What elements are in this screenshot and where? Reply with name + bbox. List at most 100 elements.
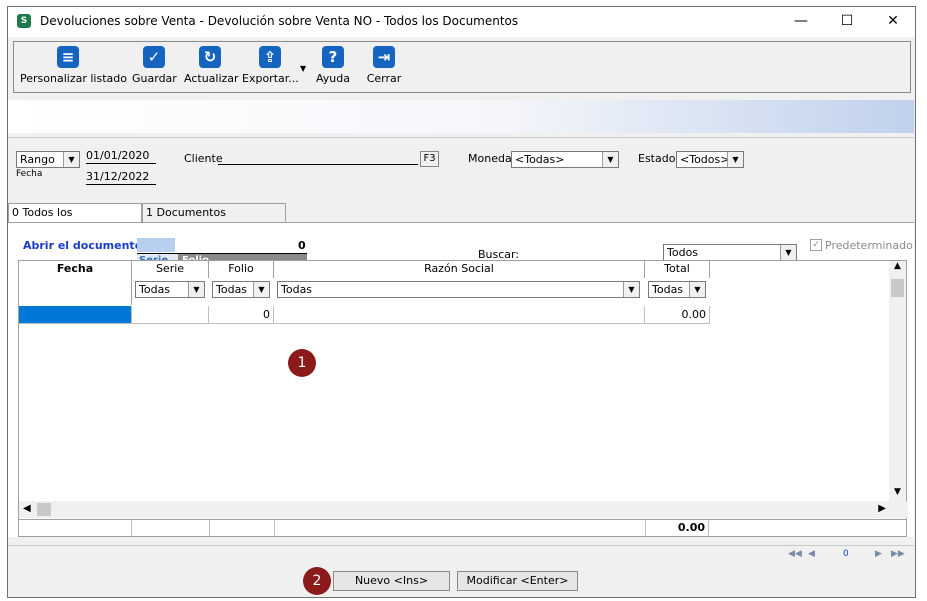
chevron-down-icon: ▼: [689, 282, 705, 297]
header-band: [8, 100, 914, 133]
chevron-down-icon: ▼: [602, 152, 618, 167]
ayuda-button[interactable]: ? Ayuda: [314, 46, 352, 85]
personalizar-listado-button[interactable]: ≡ Personalizar listado: [20, 46, 127, 85]
guardar-button[interactable]: ✓ Guardar: [132, 46, 177, 85]
cerrar-button[interactable]: ⇥ Cerrar: [366, 46, 402, 85]
exit-icon: ⇥: [373, 46, 395, 68]
step-marker-2: 2: [303, 567, 331, 595]
predeterminado-label: Predeterminado: [825, 239, 913, 252]
razon-filter-value: Todas: [281, 283, 313, 296]
cliente-label: Cliente: [184, 152, 223, 165]
scroll-thumb-h[interactable]: [37, 503, 51, 516]
table-row-folio-cell[interactable]: 0: [209, 306, 274, 324]
nuevo-button[interactable]: Nuevo <Ins>: [333, 571, 450, 591]
col-fecha-header[interactable]: Fecha: [19, 261, 132, 305]
table-row-fecha-cell[interactable]: [19, 306, 132, 324]
totals-divider: [209, 520, 210, 536]
personalizar-label: Personalizar listado: [20, 72, 127, 85]
totals-divider: [274, 520, 275, 536]
ayuda-label: Ayuda: [316, 72, 350, 85]
chevron-down-icon: ▼: [780, 245, 796, 260]
rango-select[interactable]: Rango ▼: [16, 151, 80, 168]
exportar-button[interactable]: ⇪ Exportar...: [242, 46, 299, 85]
chevron-down-icon: ▼: [188, 282, 204, 297]
help-icon: ?: [322, 46, 344, 68]
rango-value: Rango: [20, 153, 55, 166]
last-page-icon[interactable]: ▶▶: [891, 549, 905, 559]
actualizar-label: Actualizar: [184, 72, 239, 85]
chevron-down-icon: ▼: [623, 282, 639, 297]
moneda-select[interactable]: <Todas> ▼: [511, 151, 619, 168]
date-to-field[interactable]: 31/12/2022: [86, 170, 156, 185]
cliente-field[interactable]: [218, 150, 418, 165]
refresh-icon: ↻: [199, 46, 221, 68]
page-number: 0: [843, 549, 849, 559]
moneda-label: Moneda: [468, 152, 512, 165]
maximize-button[interactable]: ☐: [824, 7, 870, 37]
cerrar-label: Cerrar: [366, 72, 402, 85]
col-serie-header[interactable]: Serie: [132, 261, 209, 278]
chevron-down-icon: ▼: [63, 152, 79, 167]
col-razon-header[interactable]: Razón Social: [274, 261, 645, 278]
razon-filter-select[interactable]: Todas ▼: [277, 281, 640, 298]
vertical-scrollbar[interactable]: ▲ ▼: [889, 261, 906, 501]
close-button[interactable]: ✕: [870, 7, 915, 37]
scroll-up-icon[interactable]: ▲: [889, 261, 906, 271]
chevron-down-icon: ▼: [253, 282, 269, 297]
scroll-thumb[interactable]: [891, 279, 904, 297]
bottom-divider: [8, 545, 914, 546]
table-row-serie-cell[interactable]: [132, 306, 209, 324]
date-from-field[interactable]: 01/01/2020: [86, 149, 156, 164]
toolbar: ≡ Personalizar listado ✓ Guardar ↻ Actua…: [13, 41, 911, 93]
fecha-label: Fecha: [16, 169, 43, 179]
actualizar-button[interactable]: ↻ Actualizar: [184, 46, 239, 85]
buscar-scope-value: Todos: [667, 246, 699, 259]
minimize-button[interactable]: —: [778, 7, 824, 37]
moneda-value: <Todas>: [515, 153, 565, 166]
tab-cancelados[interactable]: 1 Documentos Cancelados: [142, 203, 286, 237]
prev-page-icon[interactable]: ◀: [808, 549, 815, 559]
serie-filter-select[interactable]: Todas ▼: [135, 281, 205, 298]
list-icon: ≡: [57, 46, 79, 68]
col-total-header[interactable]: Total: [645, 261, 710, 278]
abrir-documento-label: Abrir el documento:: [23, 239, 147, 252]
buscar-scope-select[interactable]: Todos ▼: [663, 244, 797, 261]
table-row-razon-cell[interactable]: [274, 306, 645, 324]
tab-strip: 0 Todos los Documentos 1 Documentos Canc…: [8, 203, 914, 237]
predeterminado-checkbox[interactable]: ✓: [810, 239, 822, 251]
col-folio-header[interactable]: Folio: [209, 261, 274, 278]
scroll-left-icon[interactable]: ◀: [23, 503, 31, 514]
abrir-documento-input[interactable]: [137, 238, 175, 252]
estado-label: Estado: [638, 152, 676, 165]
totals-row: 0.00: [18, 519, 907, 537]
exportar-label: Exportar...: [242, 72, 299, 85]
table-row-total-cell[interactable]: 0.00: [645, 306, 710, 324]
serie-filter-value: Todas: [139, 283, 171, 296]
exportar-dropdown-icon[interactable]: ▼: [300, 64, 306, 73]
export-icon: ⇪: [259, 46, 281, 68]
scroll-down-icon[interactable]: ▼: [889, 487, 906, 497]
f3-button[interactable]: F3: [420, 151, 439, 167]
folio-filter-select[interactable]: Todas ▼: [212, 281, 270, 298]
app-icon: S: [17, 14, 31, 28]
estado-value: <Todos>: [680, 153, 730, 166]
window-title: Devoluciones sobre Venta - Devolución so…: [40, 14, 519, 28]
estado-select[interactable]: <Todos> ▼: [676, 151, 744, 168]
check-icon: ✓: [143, 46, 165, 68]
modificar-button[interactable]: Modificar <Enter>: [457, 571, 578, 591]
folio-filter-value: Todas: [216, 283, 248, 296]
first-page-icon[interactable]: ◀◀: [788, 549, 802, 559]
filter-bar: Rango ▼ Fecha 01/01/2020 31/12/2022 Clie…: [8, 137, 914, 202]
next-page-icon[interactable]: ▶: [875, 549, 882, 559]
totals-divider: [131, 520, 132, 536]
title-bar: S Devoluciones sobre Venta - Devolución …: [8, 7, 915, 37]
documents-grid: Fecha Serie Folio Razón Social Total Tod…: [18, 260, 908, 520]
total-filter-value: Todas: [652, 283, 684, 296]
total-filter-select[interactable]: Todas ▼: [648, 281, 706, 298]
horizontal-scrollbar[interactable]: ◀ ▶: [19, 501, 908, 518]
tab-todos[interactable]: 0 Todos los Documentos: [8, 203, 142, 237]
step-marker-1: 1: [288, 349, 316, 377]
abrir-count: 0: [298, 239, 306, 252]
footer-total: 0.00: [645, 520, 709, 536]
scroll-right-icon[interactable]: ▶: [878, 503, 886, 514]
